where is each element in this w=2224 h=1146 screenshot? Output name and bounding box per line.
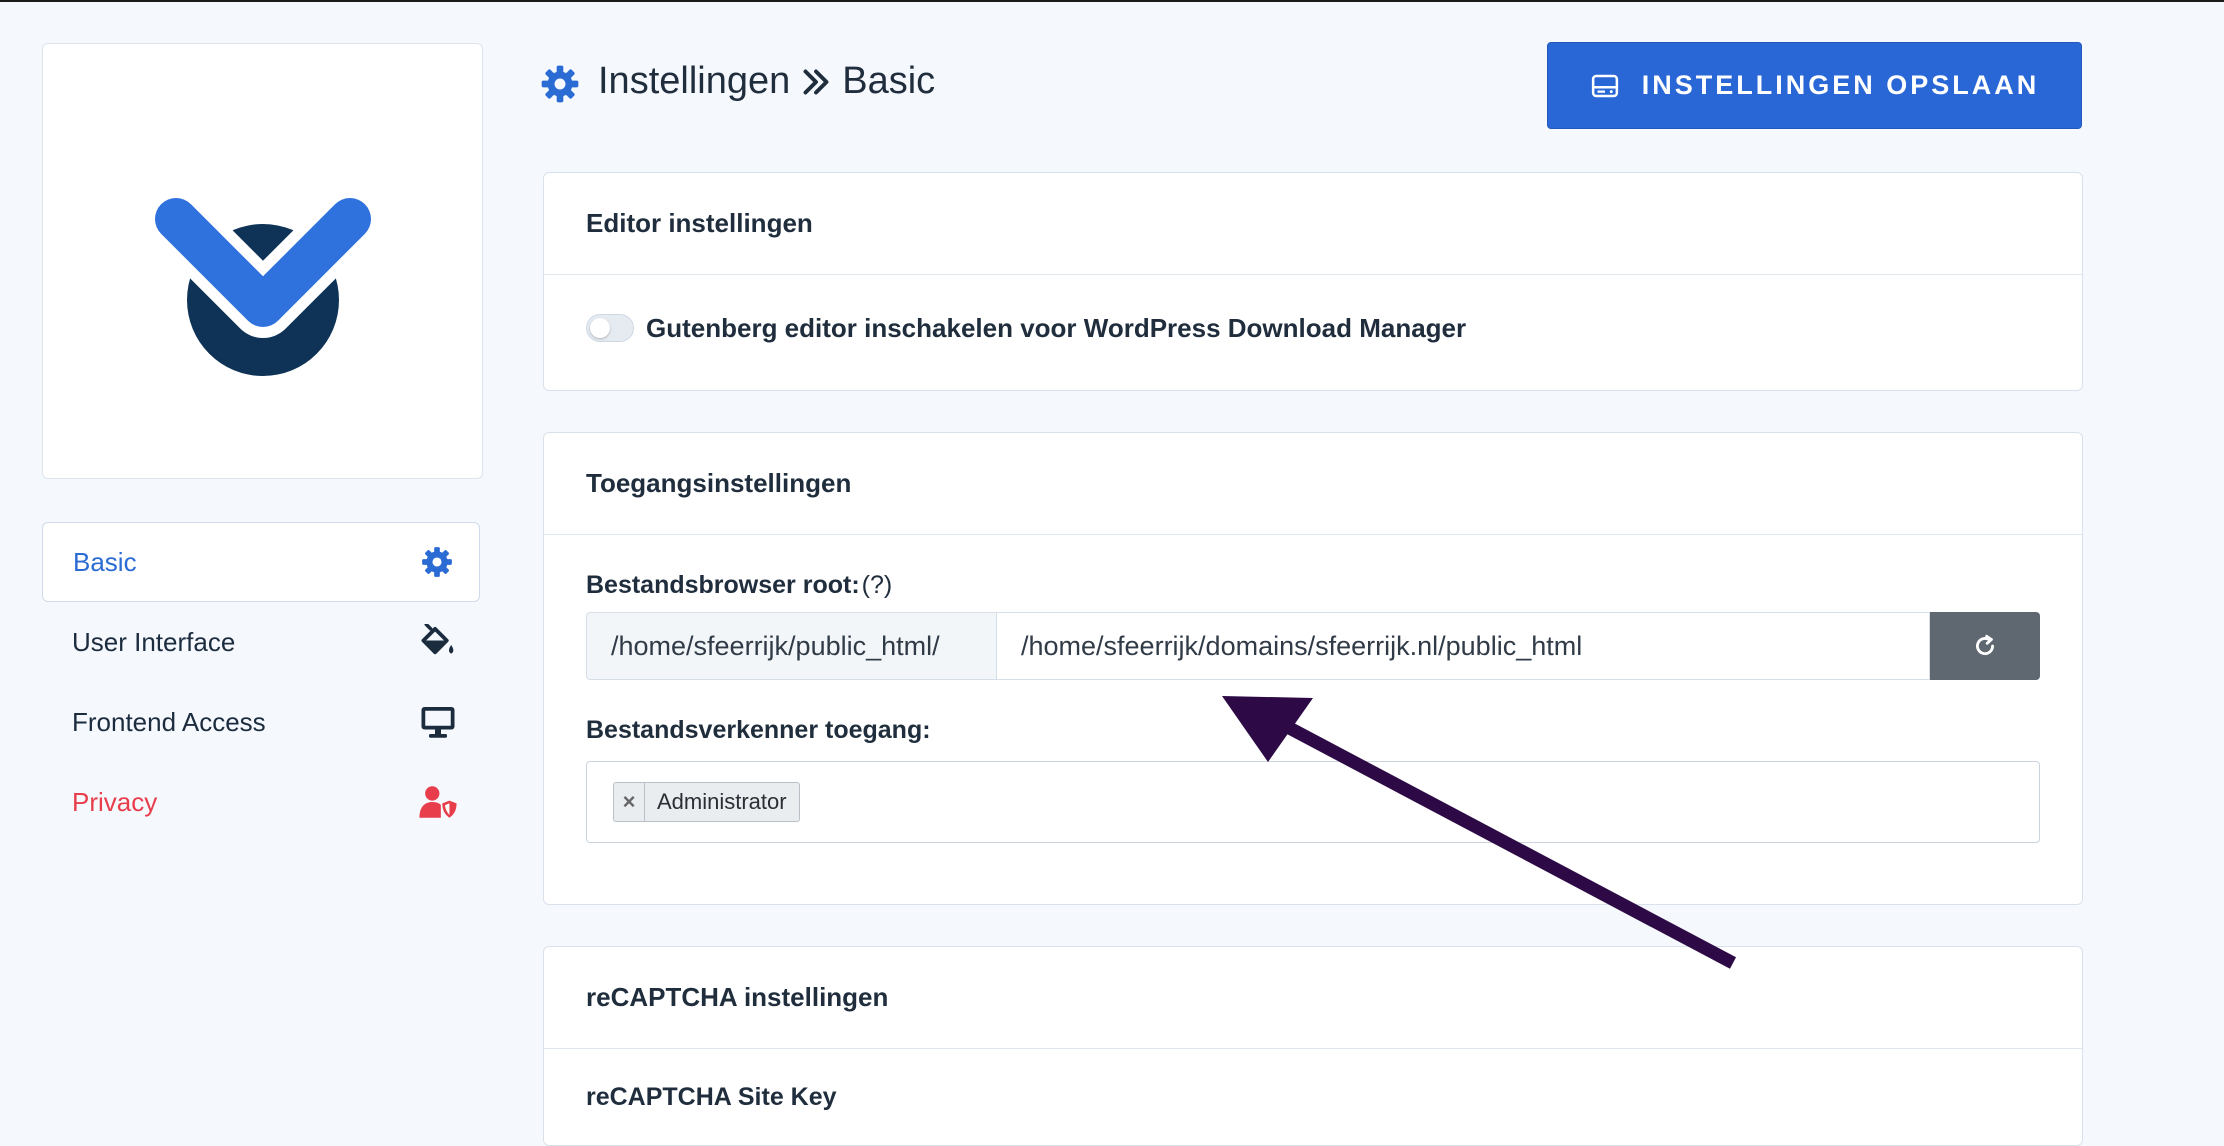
paint-bucket-icon: [418, 622, 458, 662]
refresh-icon: [1976, 634, 1994, 656]
save-settings-button[interactable]: INSTELLINGEN OPSLAAN: [1547, 42, 2082, 129]
toggle-knob: [590, 318, 610, 338]
gear-icon: [417, 542, 457, 582]
field-label-text: Bestandsbrowser root:: [586, 571, 860, 599]
double-chevron-right-icon: [803, 69, 829, 94]
gutenberg-toggle[interactable]: [586, 314, 634, 342]
sidebar-item-user-interface[interactable]: User Interface: [42, 602, 480, 682]
root-path-prefix: /home/sfeerrijk/public_html/: [586, 612, 996, 680]
reset-root-button[interactable]: [1930, 612, 2040, 680]
role-tag: × Administrator: [613, 782, 800, 822]
file-explorer-access-label: Bestandsverkenner toegang:: [586, 716, 931, 744]
sidebar-item-label: User Interface: [72, 626, 236, 657]
sidebar-item-label: Privacy: [72, 786, 158, 817]
file-browser-root-input[interactable]: [996, 612, 1930, 680]
page-title-section: Instellingen: [598, 60, 791, 102]
sidebar-item-label: Basic: [73, 546, 137, 577]
page-title: Instellingen Basic: [598, 60, 935, 103]
role-tag-label: Administrator: [657, 789, 787, 814]
gutenberg-toggle-label: Gutenberg editor inschakelen voor WordPr…: [646, 312, 1467, 343]
card-title: reCAPTCHA instellingen: [544, 947, 2082, 1049]
user-shield-icon: [418, 782, 458, 822]
settings-sidebar: Basic User Interface Frontend Access Pri…: [42, 522, 480, 842]
hard-drive-icon: [1591, 74, 1618, 97]
file-explorer-access-select[interactable]: × Administrator: [586, 761, 2040, 843]
sidebar-item-frontend-access[interactable]: Frontend Access: [42, 682, 480, 762]
page-title-subsection: Basic: [842, 60, 936, 102]
desktop-icon: [418, 702, 458, 742]
editor-settings-card: Editor instellingen Gutenberg editor ins…: [543, 172, 2083, 391]
file-browser-root-group: /home/sfeerrijk/public_html/: [586, 612, 2040, 680]
plugin-logo: [144, 187, 382, 376]
sidebar-item-label: Frontend Access: [72, 706, 266, 737]
remove-tag-icon[interactable]: ×: [614, 783, 645, 821]
recaptcha-settings-card: reCAPTCHA instellingen reCAPTCHA Site Ke…: [543, 946, 2083, 1146]
sidebar-item-privacy[interactable]: Privacy: [42, 762, 480, 842]
help-tooltip[interactable]: (?): [862, 571, 893, 599]
plugin-logo-card: [42, 43, 483, 479]
access-settings-card: Toegangsinstellingen Bestandsbrowser roo…: [543, 432, 2083, 905]
card-title: Toegangsinstellingen: [544, 433, 2082, 535]
card-title: Editor instellingen: [544, 173, 2082, 275]
gear-icon: [541, 65, 579, 103]
window-top-border: [0, 0, 2224, 2]
sidebar-item-basic[interactable]: Basic: [42, 522, 480, 602]
save-button-label: INSTELLINGEN OPSLAAN: [1641, 70, 2040, 100]
file-browser-root-label: Bestandsbrowser root:(?): [586, 571, 2040, 600]
